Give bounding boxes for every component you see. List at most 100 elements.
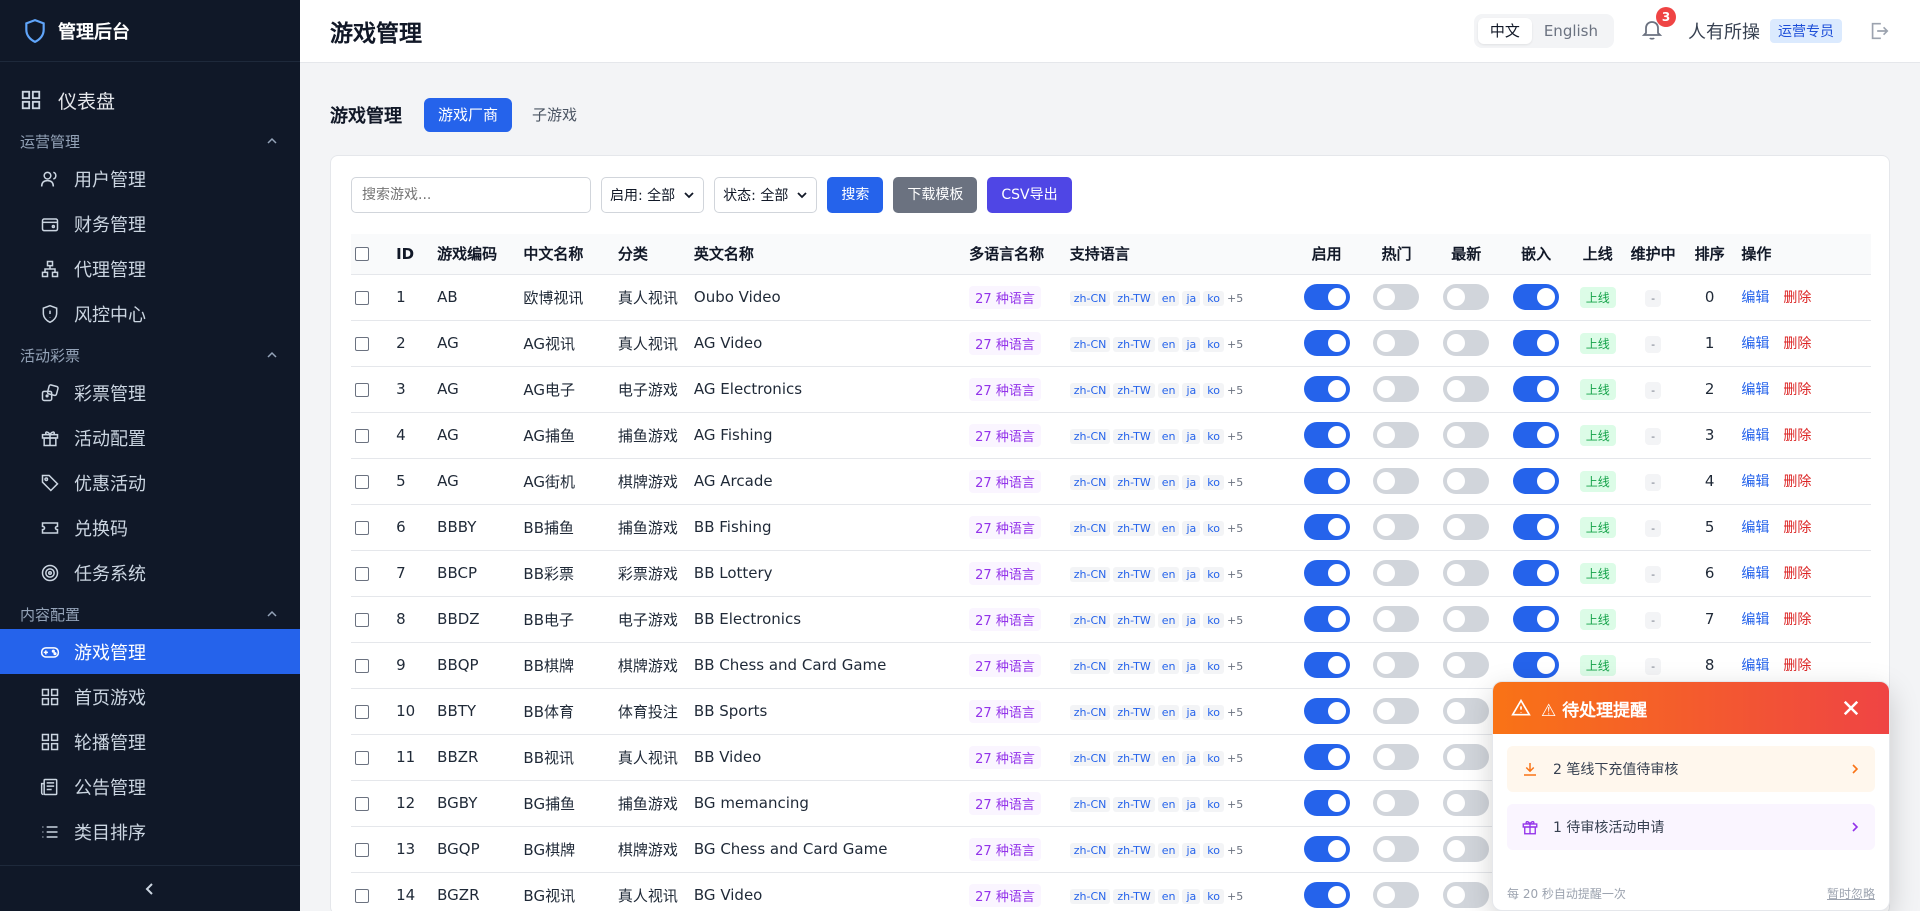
hot-toggle[interactable]	[1373, 882, 1420, 909]
enabled-toggle[interactable]	[1303, 652, 1350, 678]
multi-lang-badge[interactable]: 27 种语言	[969, 331, 1041, 355]
status-filter-select[interactable]: 状态: 全部	[714, 177, 818, 213]
new-toggle[interactable]	[1443, 330, 1490, 356]
hot-toggle[interactable]	[1373, 606, 1420, 632]
multi-lang-badge[interactable]: 27 种语言	[969, 837, 1041, 861]
multi-lang-badge[interactable]: 27 种语言	[969, 883, 1041, 907]
search-input[interactable]	[351, 177, 591, 213]
embed-toggle[interactable]	[1513, 330, 1560, 356]
group-header-lottery[interactable]: 活动彩票	[0, 340, 300, 370]
multi-lang-badge[interactable]: 27 种语言	[969, 423, 1041, 447]
embed-toggle[interactable]	[1513, 422, 1560, 448]
hot-toggle[interactable]	[1373, 330, 1420, 356]
edit-link[interactable]: 编辑	[1741, 566, 1769, 582]
sidebar-item-users[interactable]: 用户管理	[0, 156, 300, 201]
pending-activity-item[interactable]: 1 待审核活动申请	[1507, 804, 1875, 850]
user-name[interactable]: 人有所操	[1688, 18, 1760, 44]
row-checkbox[interactable]	[355, 520, 369, 535]
dismiss-link[interactable]: 暂时忽略	[1827, 885, 1875, 902]
sidebar-item-carousel[interactable]: 轮播管理	[0, 719, 300, 764]
hot-toggle[interactable]	[1373, 422, 1420, 448]
row-checkbox[interactable]	[355, 796, 369, 811]
delete-link[interactable]: 删除	[1783, 658, 1811, 674]
new-toggle[interactable]	[1443, 836, 1490, 862]
edit-link[interactable]: 编辑	[1741, 658, 1769, 674]
enabled-toggle[interactable]	[1303, 376, 1350, 402]
sidebar-item-category-sort[interactable]: 类目排序	[0, 809, 300, 854]
new-toggle[interactable]	[1443, 744, 1490, 770]
hot-toggle[interactable]	[1373, 376, 1420, 402]
enabled-toggle[interactable]	[1303, 836, 1350, 862]
new-toggle[interactable]	[1443, 606, 1490, 632]
hot-toggle[interactable]	[1373, 468, 1420, 494]
edit-link[interactable]: 编辑	[1741, 612, 1769, 628]
sidebar-item-home-games[interactable]: 首页游戏	[0, 674, 300, 719]
new-toggle[interactable]	[1443, 882, 1490, 909]
delete-link[interactable]: 删除	[1783, 520, 1811, 536]
edit-link[interactable]: 编辑	[1741, 336, 1769, 352]
edit-link[interactable]: 编辑	[1741, 382, 1769, 398]
hot-toggle[interactable]	[1373, 698, 1420, 724]
embed-toggle[interactable]	[1513, 468, 1560, 494]
logout-icon[interactable]	[1868, 20, 1890, 42]
hot-toggle[interactable]	[1373, 652, 1420, 678]
multi-lang-badge[interactable]: 27 种语言	[969, 515, 1041, 539]
delete-link[interactable]: 删除	[1783, 336, 1811, 352]
csv-export-button[interactable]: CSV导出	[987, 177, 1072, 213]
row-checkbox[interactable]	[355, 888, 369, 903]
delete-link[interactable]: 删除	[1783, 474, 1811, 490]
row-checkbox[interactable]	[355, 658, 369, 673]
delete-link[interactable]: 删除	[1783, 566, 1811, 582]
multi-lang-badge[interactable]: 27 种语言	[969, 791, 1041, 815]
new-toggle[interactable]	[1443, 790, 1490, 816]
sidebar-item-promotions[interactable]: 优惠活动	[0, 460, 300, 505]
group-header-operations[interactable]: 运营管理	[0, 126, 300, 156]
sidebar-item-tasks[interactable]: 任务系统	[0, 550, 300, 595]
edit-link[interactable]: 编辑	[1741, 428, 1769, 444]
notifications-button[interactable]: 3	[1640, 7, 1676, 45]
multi-lang-badge[interactable]: 27 种语言	[969, 377, 1041, 401]
row-checkbox[interactable]	[355, 612, 369, 627]
hot-toggle[interactable]	[1373, 836, 1420, 862]
new-toggle[interactable]	[1443, 376, 1490, 402]
row-checkbox[interactable]	[355, 474, 369, 489]
edit-link[interactable]: 编辑	[1741, 290, 1769, 306]
pending-recharge-item[interactable]: 2 笔线下充值待审核	[1507, 746, 1875, 792]
new-toggle[interactable]	[1443, 468, 1490, 494]
new-toggle[interactable]	[1443, 652, 1490, 678]
embed-toggle[interactable]	[1513, 514, 1560, 540]
enabled-toggle[interactable]	[1303, 284, 1350, 310]
tab-vendors[interactable]: 游戏厂商	[424, 98, 513, 132]
sidebar-item-activity-config[interactable]: 活动配置	[0, 415, 300, 460]
sidebar-item-dashboard[interactable]: 仪表盘	[0, 78, 300, 122]
embed-toggle[interactable]	[1513, 284, 1560, 310]
enabled-toggle[interactable]	[1303, 514, 1350, 540]
sidebar-collapse-button[interactable]	[0, 865, 300, 911]
multi-lang-badge[interactable]: 27 种语言	[969, 469, 1041, 493]
enabled-toggle[interactable]	[1303, 882, 1350, 909]
row-checkbox[interactable]	[355, 842, 369, 857]
new-toggle[interactable]	[1443, 422, 1490, 448]
row-checkbox[interactable]	[355, 704, 369, 719]
delete-link[interactable]: 删除	[1783, 290, 1811, 306]
hot-toggle[interactable]	[1373, 744, 1420, 770]
embed-toggle[interactable]	[1513, 560, 1560, 586]
hot-toggle[interactable]	[1373, 790, 1420, 816]
enabled-toggle[interactable]	[1303, 790, 1350, 816]
row-checkbox[interactable]	[355, 566, 369, 581]
multi-lang-badge[interactable]: 27 种语言	[969, 699, 1041, 723]
sidebar-item-finance[interactable]: 财务管理	[0, 201, 300, 246]
row-checkbox[interactable]	[355, 750, 369, 765]
sidebar-item-agents[interactable]: 代理管理	[0, 246, 300, 291]
search-button[interactable]: 搜索	[827, 177, 884, 213]
multi-lang-badge[interactable]: 27 种语言	[969, 745, 1041, 769]
sidebar-item-game-management[interactable]: 游戏管理	[0, 629, 300, 674]
multi-lang-badge[interactable]: 27 种语言	[969, 285, 1041, 309]
new-toggle[interactable]	[1443, 698, 1490, 724]
tab-sub-games[interactable]: 子游戏	[518, 98, 591, 132]
multi-lang-badge[interactable]: 27 种语言	[969, 607, 1041, 631]
new-toggle[interactable]	[1443, 284, 1490, 310]
enabled-filter-select[interactable]: 启用: 全部	[601, 177, 705, 213]
download-template-button[interactable]: 下载模板	[893, 177, 978, 213]
enabled-toggle[interactable]	[1303, 560, 1350, 586]
